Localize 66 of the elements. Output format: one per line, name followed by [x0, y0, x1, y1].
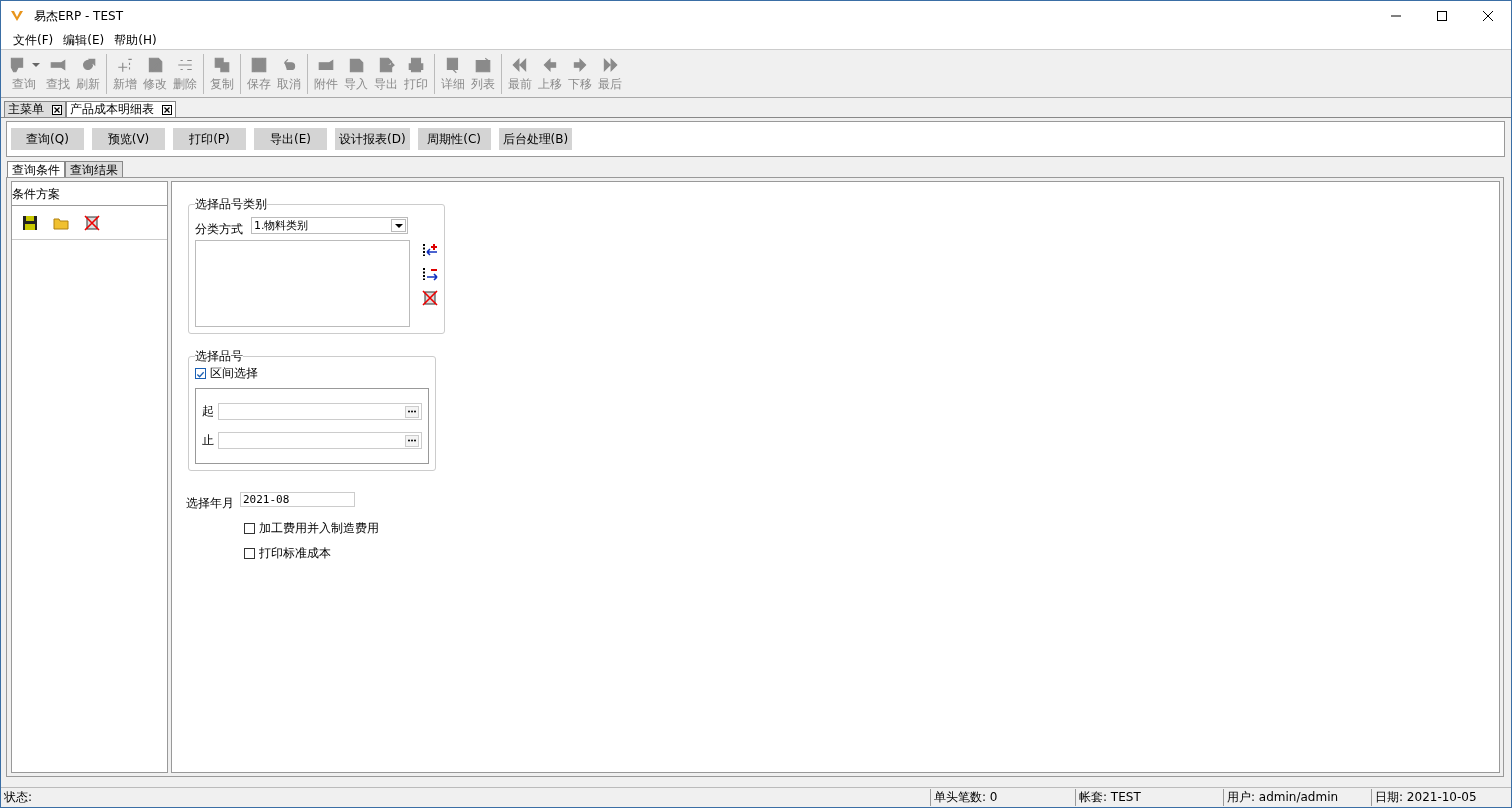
toolbar-icon — [511, 56, 529, 74]
period-input[interactable]: 2021-08 — [240, 492, 355, 507]
action-button[interactable]: 设计报表(D) — [335, 128, 410, 150]
status-text: 状态: — [3, 789, 34, 806]
delete-icon[interactable] — [84, 214, 100, 231]
status-text: 单头笔数: 0 — [930, 789, 1075, 806]
action-button[interactable]: 导出(E) — [254, 128, 327, 150]
field-label: 选择年月 — [186, 495, 234, 512]
input-field[interactable] — [218, 403, 422, 420]
document-tab[interactable]: 产品成本明细表 — [66, 101, 176, 117]
toolbar-icon — [8, 56, 26, 74]
app-logo-icon — [10, 9, 24, 23]
status-text: 帐套: TEST — [1075, 789, 1223, 806]
action-button[interactable]: 周期性(C) — [417, 128, 491, 150]
field-label: 分类方式 — [195, 221, 243, 238]
tab[interactable]: 查询结果 — [65, 161, 123, 177]
field-label: 起 — [202, 403, 214, 420]
toolbar-icon — [146, 56, 164, 74]
toolbar-icon — [601, 56, 619, 74]
remove-row-icon[interactable] — [422, 266, 438, 282]
classify-dropdown[interactable]: 1.物料类别 — [251, 217, 408, 234]
close-icon — [1483, 11, 1493, 21]
checkbox[interactable] — [195, 368, 206, 379]
tab[interactable]: 查询条件 — [7, 161, 65, 177]
group-title: 选择品号类别 — [195, 196, 267, 213]
browse-button[interactable] — [405, 434, 419, 447]
toolbar-icon — [474, 56, 492, 74]
add-row-icon[interactable] — [422, 242, 438, 258]
group-title: 选择品号 — [195, 348, 243, 365]
save-icon[interactable] — [22, 214, 38, 231]
checkbox-label: 打印标准成本 — [259, 545, 331, 562]
action-button[interactable]: 打印(P) — [173, 128, 246, 150]
checkbox-label: 区间选择 — [210, 365, 258, 382]
action-button[interactable]: 预览(V) — [92, 128, 165, 150]
delete-icon[interactable] — [422, 290, 438, 306]
window-title: 易杰ERP - TEST — [34, 7, 123, 25]
close-icon[interactable] — [162, 104, 172, 115]
toolbar-icon — [377, 56, 395, 74]
ellipsis-icon — [407, 439, 417, 442]
menu-item[interactable]: 编辑(E) — [63, 31, 105, 49]
checkbox[interactable] — [244, 548, 255, 559]
status-text: 日期: 2021-10-05 — [1371, 789, 1511, 806]
ellipsis-icon — [407, 410, 417, 413]
toolbar-icon — [250, 56, 268, 74]
caret-icon — [394, 223, 403, 228]
close-icon[interactable] — [52, 104, 62, 115]
action-button[interactable]: 后台处理(B) — [498, 128, 573, 150]
maximize-icon — [1437, 11, 1447, 21]
toolbar-icon — [116, 56, 134, 74]
checkbox-label: 加工费用并入制造费用 — [259, 520, 379, 537]
status-text: 用户: admin/admin — [1223, 789, 1371, 806]
caret-icon — [32, 63, 40, 67]
field-label: 止 — [202, 432, 214, 449]
input-field[interactable] — [218, 432, 422, 449]
toolbar-icon — [541, 56, 559, 74]
toolbar-icon — [571, 56, 589, 74]
document-tab[interactable]: 主菜单 — [4, 101, 66, 117]
checkbox[interactable] — [244, 523, 255, 534]
menu-item[interactable]: 帮助(H) — [114, 31, 157, 49]
browse-button[interactable] — [405, 405, 419, 418]
toolbar-icon — [213, 56, 231, 74]
action-button[interactable]: 查询(Q) — [11, 128, 84, 150]
panel-title: 条件方案 — [12, 182, 167, 206]
toolbar-icon — [407, 56, 425, 74]
menu-item[interactable]: 文件(F) — [13, 31, 54, 49]
toolbar-icon — [347, 56, 365, 74]
